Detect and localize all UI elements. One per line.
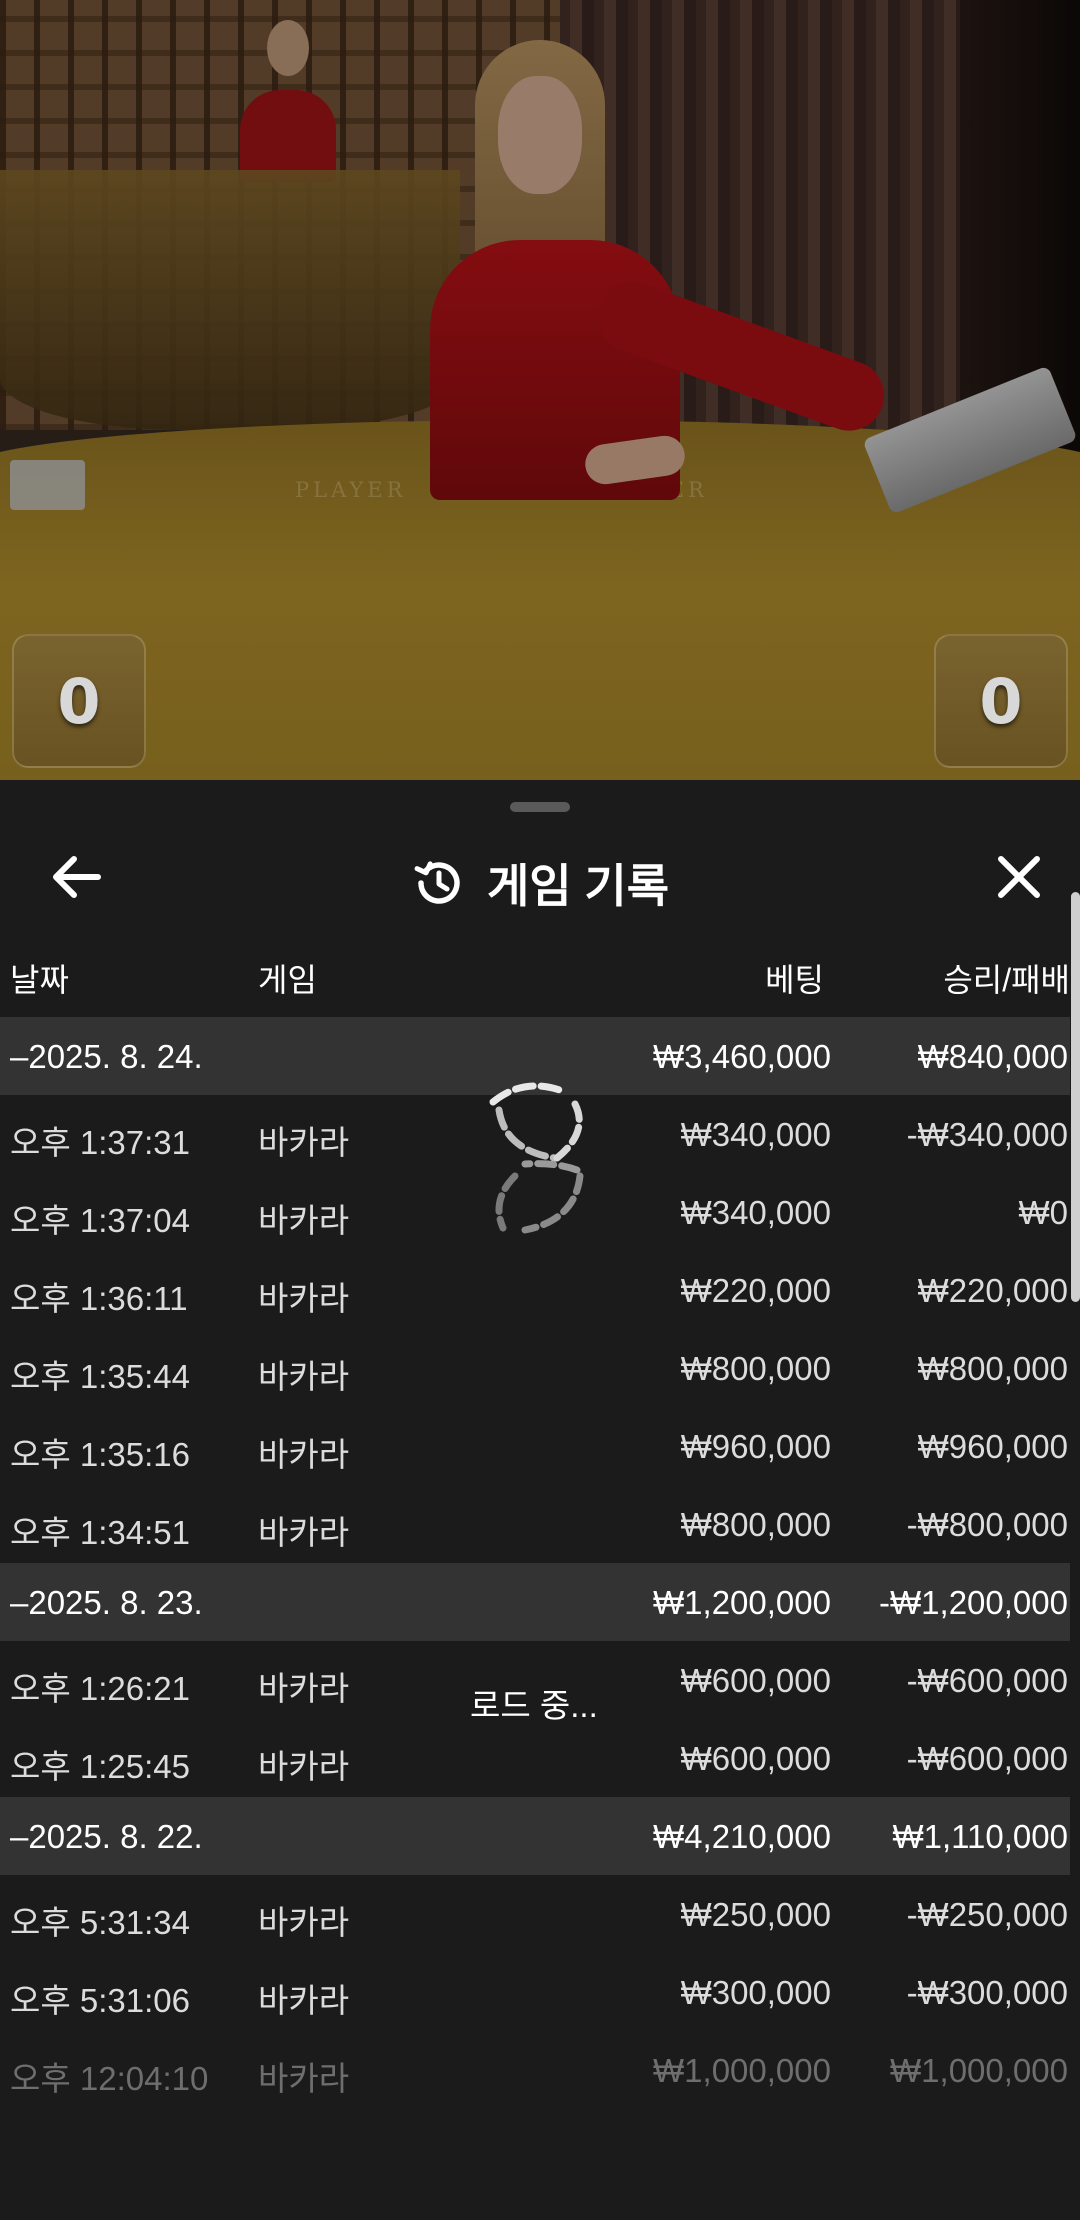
row-result: -₩800,000 — [906, 1506, 1068, 1543]
row-bet: ₩250,000 — [680, 1896, 831, 1933]
row-bet: ₩1,000,000 — [653, 2052, 831, 2089]
row-result: ₩220,000 — [917, 1272, 1068, 1309]
close-icon — [998, 856, 1040, 898]
row-bet: ₩340,000 — [680, 1116, 831, 1153]
row-result: -₩340,000 — [906, 1116, 1068, 1153]
row-bet: ₩4,210,000 — [653, 1818, 831, 1855]
history-row[interactable]: 오후 5:31:34 바카라 ₩250,000 -₩250,000 — [0, 1875, 1070, 1953]
row-bet: ₩1,200,000 — [653, 1584, 831, 1621]
row-result: ₩1,000,000 — [890, 2052, 1068, 2089]
row-bet: ₩340,000 — [680, 1194, 831, 1231]
history-row[interactable]: 오후 1:35:44 바카라 ₩800,000 ₩800,000 — [0, 1329, 1070, 1407]
row-date: –2025. 8. 23. — [10, 1584, 203, 1621]
history-row[interactable]: 오후 12:04:10 바카라 ₩1,000,000 ₩1,000,000 — [0, 2031, 1070, 2109]
row-result: ₩0 — [1018, 1194, 1069, 1231]
row-result: ₩1,110,000 — [892, 1818, 1068, 1855]
history-row[interactable]: 오후 1:35:16 바카라 ₩960,000 ₩960,000 — [0, 1407, 1070, 1485]
row-result: -₩300,000 — [906, 1974, 1068, 2011]
close-button[interactable] — [984, 842, 1054, 912]
row-date: 오후 1:26:21 — [10, 1670, 190, 1707]
column-headers: 날짜 게임 베팅 승리/패배 — [0, 955, 1070, 1005]
sheet-header: 게임 기록 — [0, 820, 1080, 930]
row-date: 오후 1:36:11 — [10, 1280, 188, 1317]
row-result: ₩800,000 — [917, 1350, 1068, 1387]
row-date: 오후 12:04:10 — [10, 2060, 209, 2097]
row-date: 오후 1:37:04 — [10, 1202, 190, 1239]
loading-label: 로드 중... — [466, 1679, 602, 1727]
row-date: 오후 1:34:51 — [10, 1514, 190, 1551]
scrollbar[interactable] — [1071, 892, 1080, 1302]
row-date: –2025. 8. 24. — [10, 1038, 203, 1075]
row-game: 바카라 — [258, 1748, 350, 1785]
row-game: 바카라 — [258, 1670, 350, 1707]
row-bet: ₩600,000 — [680, 1662, 831, 1699]
game-history-sheet: 게임 기록 날짜 게임 베팅 승리/패배 –2025. 8. 24. ₩3,460… — [0, 780, 1080, 2220]
player-score: 0 — [12, 634, 146, 768]
date-group-row[interactable]: –2025. 8. 23. ₩1,200,000 -₩1,200,000 — [0, 1563, 1070, 1641]
row-game: 바카라 — [258, 1982, 350, 2019]
date-group-row[interactable]: –2025. 8. 22. ₩4,210,000 ₩1,110,000 — [0, 1797, 1070, 1875]
row-result: -₩250,000 — [906, 1896, 1068, 1933]
row-bet: ₩960,000 — [680, 1428, 831, 1465]
row-date: 오후 1:35:16 — [10, 1436, 190, 1473]
row-game: 바카라 — [258, 1358, 350, 1395]
row-game: 바카라 — [258, 1124, 350, 1161]
row-date: 오후 1:25:45 — [10, 1748, 190, 1785]
row-game: 바카라 — [258, 1280, 350, 1317]
row-game: 바카라 — [258, 1514, 350, 1551]
row-game: 바카라 — [258, 1202, 350, 1239]
row-result: ₩960,000 — [917, 1428, 1068, 1465]
history-row[interactable]: 오후 5:31:06 바카라 ₩300,000 -₩300,000 — [0, 1953, 1070, 2031]
row-result: -₩600,000 — [906, 1662, 1068, 1699]
column-header-date: 날짜 — [10, 962, 69, 998]
row-bet: ₩800,000 — [680, 1350, 831, 1387]
row-bet: ₩3,460,000 — [653, 1038, 831, 1075]
row-game: 바카라 — [258, 1436, 350, 1473]
video-dim-overlay — [0, 0, 1080, 780]
row-date: –2025. 8. 22. — [10, 1818, 203, 1855]
row-bet: ₩600,000 — [680, 1740, 831, 1777]
row-result: -₩1,200,000 — [879, 1584, 1068, 1621]
row-game: 바카라 — [258, 2060, 350, 2097]
spinner-icon — [489, 1082, 584, 1234]
loading-indicator — [460, 1080, 620, 1300]
row-date: 오후 1:37:31 — [10, 1124, 190, 1161]
row-date: 오후 5:31:34 — [10, 1904, 190, 1941]
sheet-title: 게임 기록 — [486, 860, 670, 912]
sheet-title-group: 게임 기록 — [0, 850, 1080, 916]
row-result: -₩600,000 — [906, 1740, 1068, 1777]
history-row[interactable]: 오후 1:34:51 바카라 ₩800,000 -₩800,000 — [0, 1485, 1070, 1563]
row-game: 바카라 — [258, 1904, 350, 1941]
column-header-bet: 베팅 — [765, 962, 824, 998]
row-result: ₩840,000 — [917, 1038, 1068, 1075]
row-bet: ₩220,000 — [680, 1272, 831, 1309]
history-icon — [411, 856, 465, 910]
live-video: PLAYER BANKER 0 0 — [0, 0, 1080, 780]
row-date: 오후 1:35:44 — [10, 1358, 190, 1395]
row-date: 오후 5:31:06 — [10, 1982, 190, 2019]
column-header-result: 승리/패배 — [943, 962, 1070, 998]
column-header-game: 게임 — [258, 962, 317, 998]
history-row[interactable]: 오후 1:25:45 바카라 ₩600,000 -₩600,000 — [0, 1719, 1070, 1797]
row-bet: ₩800,000 — [680, 1506, 831, 1543]
banker-score: 0 — [934, 634, 1068, 768]
sheet-drag-handle[interactable] — [510, 802, 570, 812]
row-bet: ₩300,000 — [680, 1974, 831, 2011]
